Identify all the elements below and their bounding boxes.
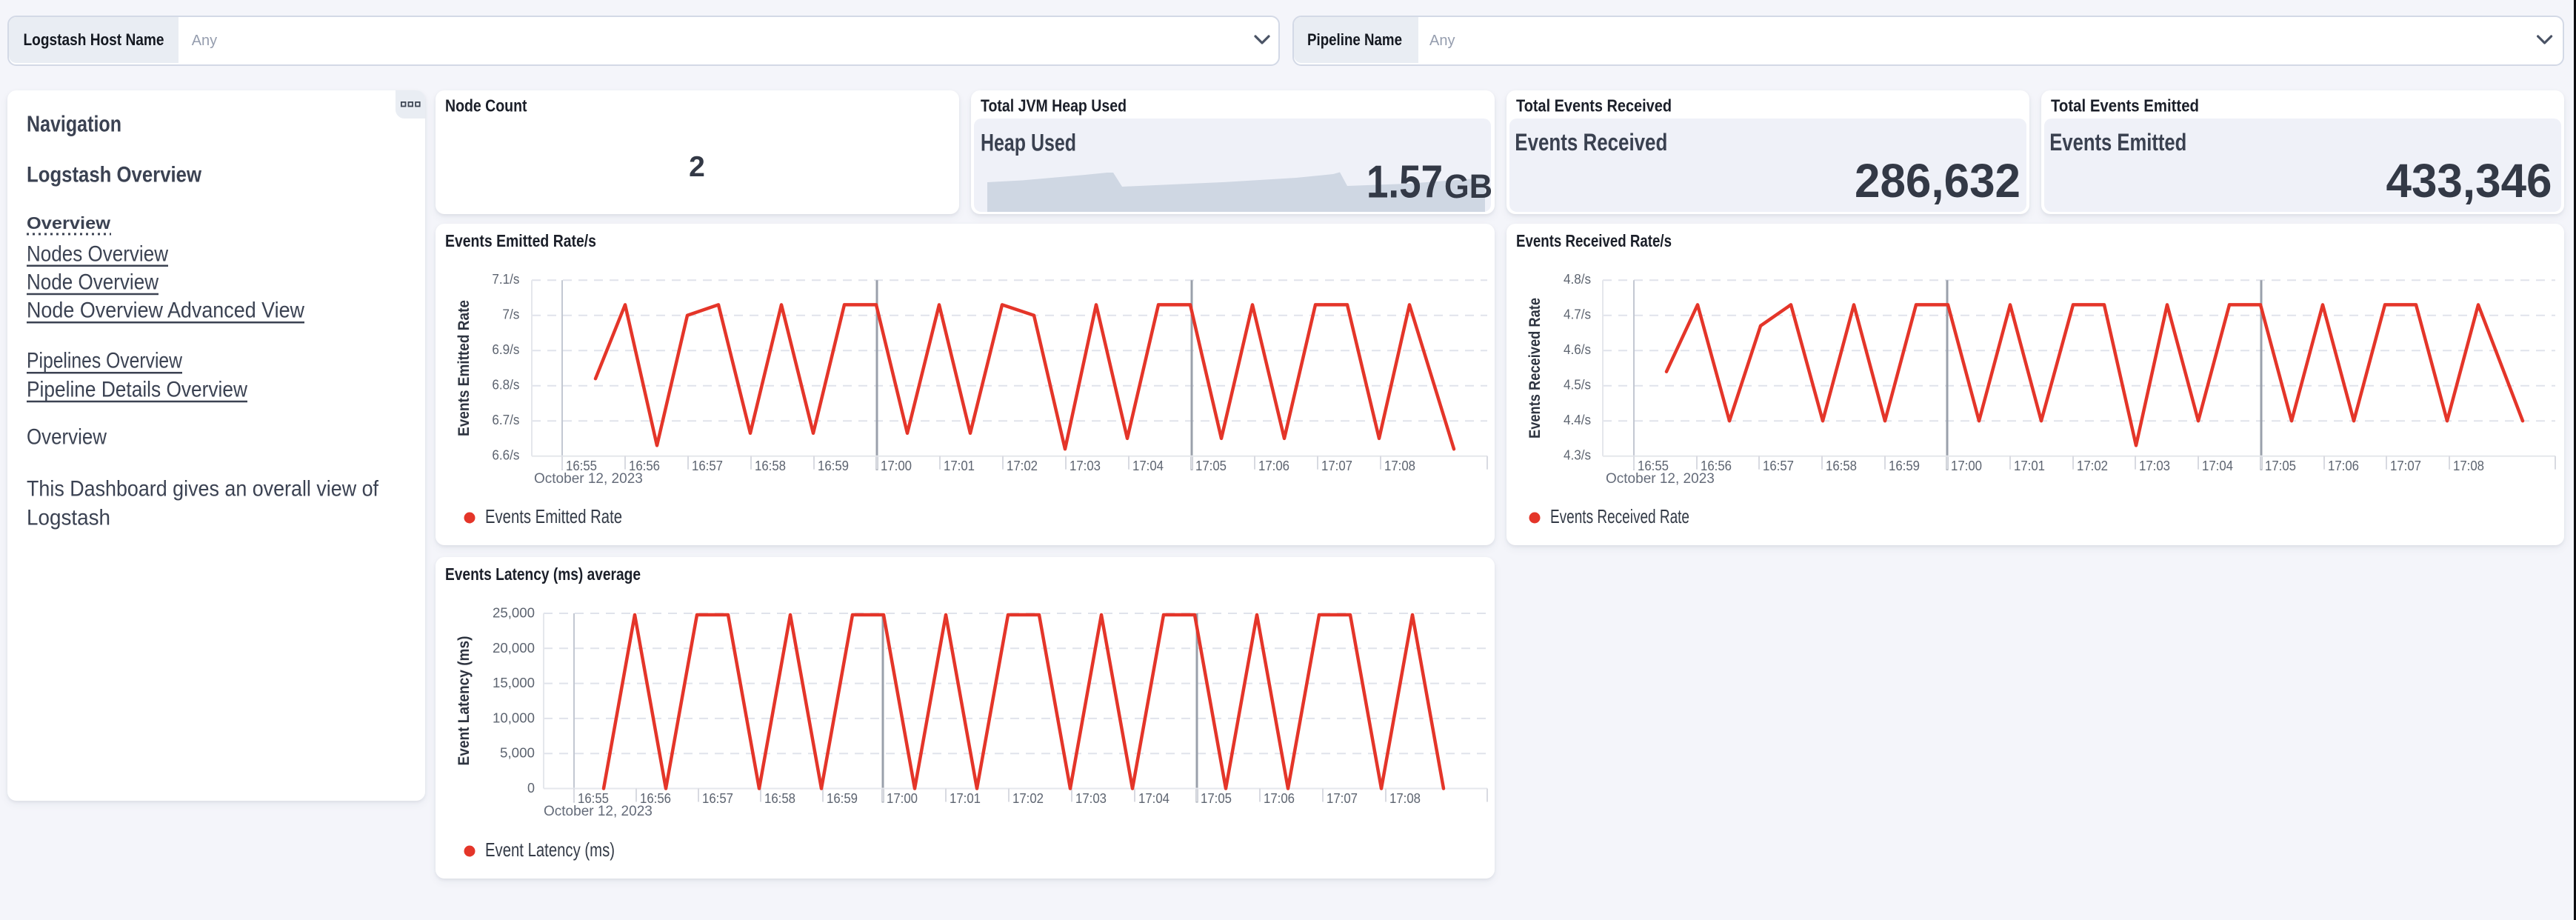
svg-text:17:00: 17:00 (887, 790, 918, 806)
svg-text:16:59: 16:59 (827, 790, 858, 806)
svg-text:Heap Used: Heap Used (981, 130, 1076, 156)
svg-text:Node Overview Advanced View: Node Overview Advanced View (27, 299, 304, 323)
svg-text:17:02: 17:02 (1007, 458, 1038, 473)
svg-text:17:06: 17:06 (1264, 790, 1295, 806)
svg-text:17:03: 17:03 (2139, 458, 2170, 473)
svg-text:7.1/s: 7.1/s (492, 271, 519, 287)
svg-text:Event Latency (ms): Event Latency (ms) (485, 839, 615, 861)
svg-text:0: 0 (527, 780, 535, 796)
svg-text:17:01: 17:01 (2014, 458, 2045, 473)
svg-text:1.57: 1.57 (1367, 157, 1443, 208)
svg-text:Nodes Overview: Nodes Overview (27, 241, 168, 266)
svg-text:6.6/s: 6.6/s (492, 447, 519, 463)
svg-text:17:03: 17:03 (1075, 790, 1107, 806)
svg-text:16:57: 16:57 (1763, 458, 1794, 473)
svg-text:Events Emitted Rate: Events Emitted Rate (485, 505, 622, 527)
svg-text:Events Received Rate: Events Received Rate (1526, 298, 1544, 439)
svg-text:15,000: 15,000 (493, 675, 535, 690)
svg-text:16:57: 16:57 (702, 790, 733, 806)
svg-text:17:04: 17:04 (1132, 458, 1164, 473)
svg-text:Events Emitted Rate: Events Emitted Rate (456, 300, 473, 436)
svg-text:17:02: 17:02 (1012, 790, 1044, 806)
svg-text:20,000: 20,000 (493, 640, 535, 656)
svg-text:Events Latency (ms) average: Events Latency (ms) average (445, 564, 641, 584)
svg-text:6.7/s: 6.7/s (492, 412, 519, 427)
svg-text:17:07: 17:07 (1321, 458, 1352, 473)
svg-text:4.4/s: 4.4/s (1564, 412, 1591, 427)
svg-text:17:04: 17:04 (2202, 458, 2233, 473)
svg-text:Logstash: Logstash (27, 506, 110, 530)
svg-text:Node Overview: Node Overview (27, 270, 159, 295)
svg-text:Overview: Overview (27, 213, 111, 233)
svg-text:October 12, 2023: October 12, 2023 (1606, 471, 1715, 487)
svg-text:4.3/s: 4.3/s (1564, 447, 1591, 463)
svg-text:This Dashboard gives an overal: This Dashboard gives an overall view of (27, 477, 379, 501)
svg-text:16:58: 16:58 (755, 458, 786, 473)
svg-text:Pipeline Details Overview: Pipeline Details Overview (27, 378, 247, 402)
svg-text:Navigation: Navigation (27, 111, 121, 137)
svg-text:Event Latency (ms): Event Latency (ms) (456, 636, 473, 766)
svg-text:Events Received Rate/s: Events Received Rate/s (1516, 231, 1672, 250)
svg-text:Total Events Received: Total Events Received (1516, 96, 1672, 116)
svg-text:17:06: 17:06 (1258, 458, 1289, 473)
svg-text:17:08: 17:08 (1384, 458, 1415, 473)
svg-text:4.6/s: 4.6/s (1564, 341, 1591, 357)
svg-text:7/s: 7/s (502, 307, 519, 322)
svg-text:16:59: 16:59 (1889, 458, 1920, 473)
svg-text:Events Emitted Rate/s: Events Emitted Rate/s (445, 231, 596, 250)
svg-text:17:05: 17:05 (1201, 790, 1232, 806)
svg-text:17:08: 17:08 (2453, 458, 2484, 473)
svg-text:6.8/s: 6.8/s (492, 377, 519, 393)
svg-text:4.5/s: 4.5/s (1564, 377, 1591, 393)
svg-text:2: 2 (689, 151, 705, 183)
svg-text:5,000: 5,000 (500, 745, 535, 761)
svg-text:17:07: 17:07 (2390, 458, 2421, 473)
svg-text:17:01: 17:01 (944, 458, 975, 473)
svg-text:16:58: 16:58 (1826, 458, 1857, 473)
svg-text:October 12, 2023: October 12, 2023 (534, 471, 643, 487)
svg-text:433,346: 433,346 (2386, 154, 2552, 207)
svg-text:17:00: 17:00 (1951, 458, 1982, 473)
svg-text:Overview: Overview (27, 425, 107, 450)
svg-text:17:05: 17:05 (2265, 458, 2296, 473)
svg-text:17:07: 17:07 (1327, 790, 1358, 806)
svg-text:16:58: 16:58 (764, 790, 795, 806)
svg-text:17:03: 17:03 (1070, 458, 1101, 473)
svg-text:17:08: 17:08 (1389, 790, 1421, 806)
svg-text:Events Received Rate: Events Received Rate (1550, 505, 1689, 527)
svg-text:17:02: 17:02 (2077, 458, 2108, 473)
svg-text:10,000: 10,000 (493, 710, 535, 725)
svg-text:October 12, 2023: October 12, 2023 (544, 804, 653, 819)
svg-text:17:01: 17:01 (950, 790, 981, 806)
svg-text:286,632: 286,632 (1855, 154, 2021, 207)
svg-text:Events Emitted: Events Emitted (2049, 129, 2186, 156)
svg-text:25,000: 25,000 (493, 605, 535, 621)
svg-text:16:57: 16:57 (692, 458, 723, 473)
svg-text:6.9/s: 6.9/s (492, 341, 519, 357)
svg-text:17:04: 17:04 (1138, 790, 1169, 806)
svg-text:GB: GB (1444, 167, 1492, 205)
svg-text:Pipelines Overview: Pipelines Overview (27, 349, 182, 373)
svg-text:Events Received: Events Received (1515, 129, 1667, 156)
svg-text:Logstash Overview: Logstash Overview (27, 163, 202, 187)
svg-text:17:06: 17:06 (2328, 458, 2359, 473)
svg-text:Node Count: Node Count (445, 96, 527, 116)
svg-text:17:05: 17:05 (1195, 458, 1227, 473)
svg-text:Total JVM Heap Used: Total JVM Heap Used (981, 96, 1127, 116)
svg-text:4.8/s: 4.8/s (1564, 271, 1591, 287)
svg-text:4.7/s: 4.7/s (1564, 307, 1591, 322)
svg-text:17:00: 17:00 (881, 458, 912, 473)
svg-text:16:59: 16:59 (818, 458, 849, 473)
svg-text:Total Events Emitted: Total Events Emitted (2051, 96, 2199, 116)
